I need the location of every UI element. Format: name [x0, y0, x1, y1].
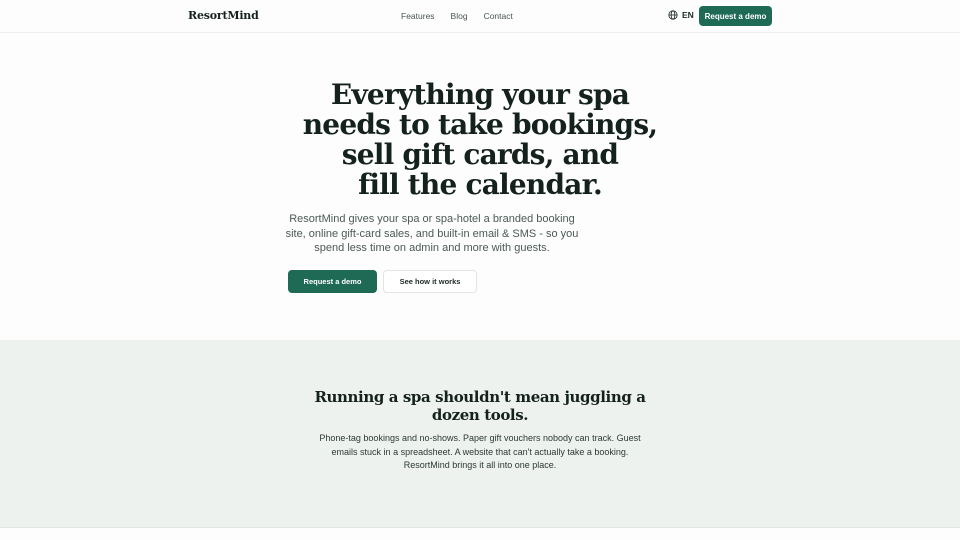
- nav-link-blog[interactable]: Blog: [451, 11, 468, 21]
- hero-title-line: needs to take bookings,: [302, 108, 658, 141]
- language-label: EN: [682, 10, 694, 20]
- problem-text: Phone-tag bookings and no-shows. Paper g…: [319, 433, 641, 470]
- hero-request-demo-button[interactable]: Request a demo: [288, 270, 377, 293]
- hero-title-line: sell gift cards, and: [341, 138, 619, 171]
- hero-title: Everything your spa needs to take bookin…: [280, 80, 680, 200]
- problem-section: Running a spa shouldn't mean juggling a …: [0, 340, 960, 528]
- language-selector[interactable]: EN: [668, 10, 694, 20]
- hero-subtitle: ResortMind gives your spa or spa-hotel a…: [285, 213, 579, 254]
- request-demo-button[interactable]: Request a demo: [699, 6, 772, 26]
- top-navigation-bar: ResortMind Features Blog Contact EN Requ…: [0, 0, 960, 33]
- hero-title-line: Everything your spa: [330, 78, 630, 111]
- main-nav: Features Blog Contact: [401, 11, 513, 21]
- globe-icon: [668, 10, 678, 20]
- logo[interactable]: ResortMind: [188, 9, 259, 22]
- hero-title-line: fill the calendar.: [358, 168, 603, 201]
- problem-title: Running a spa shouldn't mean juggling a …: [314, 388, 646, 424]
- see-how-it-works-button[interactable]: See how it works: [383, 270, 477, 293]
- nav-link-contact[interactable]: Contact: [484, 11, 513, 21]
- nav-link-features[interactable]: Features: [401, 11, 435, 21]
